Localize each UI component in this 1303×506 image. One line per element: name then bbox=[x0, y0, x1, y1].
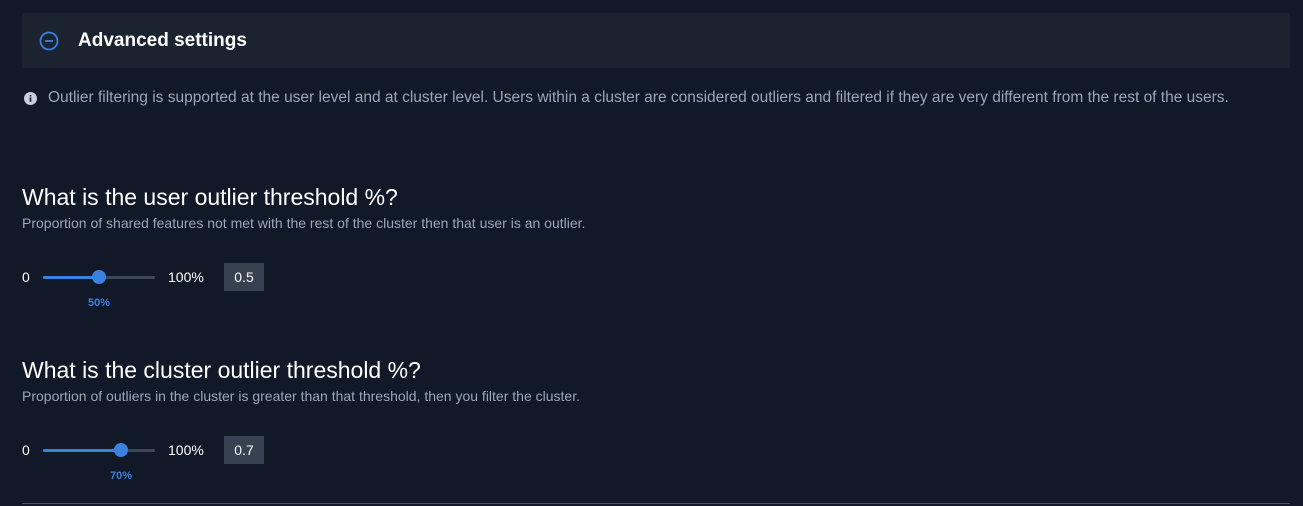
slider-track[interactable]: 50% bbox=[43, 270, 155, 309]
advanced-settings-header[interactable]: Advanced settings bbox=[22, 13, 1290, 68]
cluster-threshold-slider: 0 70% 100% bbox=[22, 436, 322, 482]
slider-thumb[interactable] bbox=[92, 270, 106, 284]
info-icon bbox=[24, 92, 37, 105]
slider-track[interactable]: 70% bbox=[43, 443, 155, 482]
slider-max-label: 100% bbox=[168, 442, 204, 458]
slider-min-label: 0 bbox=[22, 269, 30, 285]
user-threshold-description: Proportion of shared features not met wi… bbox=[22, 215, 586, 231]
section-divider bbox=[22, 503, 1290, 504]
page: Advanced settings Outlier filtering is s… bbox=[0, 0, 1303, 506]
info-note: Outlier filtering is supported at the us… bbox=[24, 88, 1294, 108]
slider-min-label: 0 bbox=[22, 442, 30, 458]
advanced-settings-title: Advanced settings bbox=[78, 29, 247, 51]
cluster-threshold-title: What is the cluster outlier threshold %? bbox=[22, 357, 421, 383]
user-threshold-title: What is the user outlier threshold %? bbox=[22, 184, 398, 210]
user-threshold-slider: 0 50% 100% bbox=[22, 263, 322, 309]
cluster-threshold-description: Proportion of outliers in the cluster is… bbox=[22, 388, 580, 404]
slider-thumb[interactable] bbox=[114, 443, 128, 457]
slider-fill bbox=[43, 276, 99, 279]
user-threshold-value-input[interactable] bbox=[224, 263, 264, 291]
minus-circle-icon[interactable] bbox=[39, 31, 59, 51]
cluster-threshold-value-input[interactable] bbox=[224, 436, 264, 464]
slider-max-label: 100% bbox=[168, 269, 204, 285]
slider-percent-label: 70% bbox=[109, 470, 133, 482]
info-text: Outlier filtering is supported at the us… bbox=[48, 89, 1229, 106]
slider-fill bbox=[43, 449, 121, 452]
slider-percent-label: 50% bbox=[87, 297, 111, 309]
